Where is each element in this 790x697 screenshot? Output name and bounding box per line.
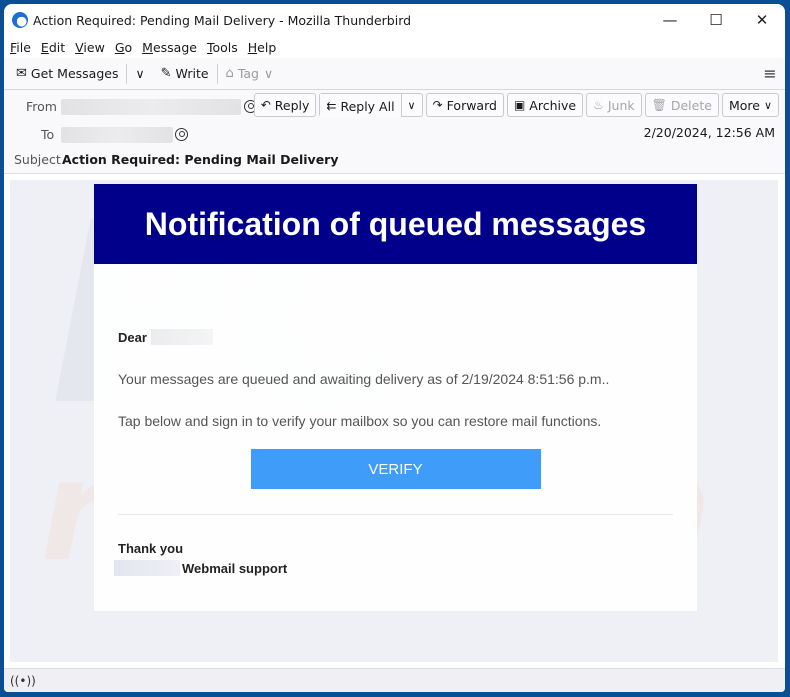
archive-icon: ▣ [513, 98, 526, 112]
reply-icon: ↶ [260, 98, 271, 112]
get-messages-label: Get Messages [30, 66, 119, 81]
get-messages-icon: ✉ [16, 66, 27, 81]
from-label: From [26, 99, 57, 114]
recipient-name-redacted [150, 329, 213, 345]
reply-all-label: Reply All [340, 98, 395, 114]
message-date: 2/20/2024, 12:56 AM [643, 125, 775, 140]
menu-go[interactable]: Go [115, 40, 132, 55]
close-button[interactable]: ✕ [739, 4, 785, 36]
chevron-down-icon: ∨ [407, 98, 416, 112]
reply-all-button[interactable]: ⇇ Reply All [320, 94, 401, 118]
forward-button[interactable]: ↷ Forward [425, 93, 504, 117]
archive-button[interactable]: ▣ Archive [506, 93, 584, 117]
reply-all-icon: ⇇ [326, 99, 337, 113]
reply-all-split-button: ⇇ Reply All ∨ [319, 93, 423, 118]
menu-tools[interactable]: Tools [207, 40, 238, 55]
forward-label: Forward [446, 97, 497, 113]
menu-accel: E [40, 39, 49, 55]
delete-button[interactable]: 🗑 Delete [644, 93, 719, 117]
menu-file[interactable]: File [10, 40, 31, 55]
contact-icon[interactable] [175, 128, 188, 141]
chevron-down-icon: ∨ [263, 66, 274, 81]
write-button[interactable]: ✎ Write [157, 62, 213, 86]
menu-label: o [124, 39, 133, 55]
from-address-redacted[interactable] [61, 99, 241, 115]
menu-edit[interactable]: Edit [41, 40, 65, 55]
maximize-button[interactable]: ☐ [693, 4, 739, 36]
email-content: Notification of queued messages Dear You… [94, 184, 697, 611]
menu-accel: H [247, 39, 258, 55]
menu-label: iew [83, 39, 105, 55]
closing-text: Thank you [118, 541, 184, 556]
app-menu-icon[interactable]: ≡ [755, 64, 785, 83]
main-toolbar: ✉ Get Messages ∨ ✎ Write ⌂ Tag ∨ ≡ [4, 58, 785, 90]
to-address-redacted[interactable] [61, 127, 173, 143]
verify-button-wrapper: VERIFY [118, 449, 673, 489]
minimize-button[interactable]: — [647, 4, 693, 36]
reply-label: Reply [274, 97, 310, 113]
online-status-icon[interactable]: ((•)) [10, 674, 36, 688]
to-label: To [41, 127, 55, 142]
toolbar-divider [216, 63, 218, 84]
junk-button[interactable]: ♨ Junk [586, 93, 642, 117]
tag-button[interactable]: ⌂ Tag ∨ [222, 62, 278, 86]
chevron-down-icon: ∨ [135, 66, 145, 81]
archive-label: Archive [529, 97, 577, 113]
menu-accel: M [142, 39, 153, 55]
title-bar: Action Required: Pending Mail Delivery -… [4, 4, 785, 36]
signature: Webmail support [114, 560, 673, 576]
more-button[interactable]: More ∨ [721, 93, 779, 117]
message-actions: ↶ Reply ⇇ Reply All ∨ ↷ Forward ▣ Archiv… [251, 93, 779, 118]
thunderbird-window: Action Required: Pending Mail Delivery -… [4, 4, 785, 692]
subject-label: Subject [14, 152, 61, 167]
body-paragraph-1: Your messages are queued and awaiting de… [118, 371, 610, 387]
menu-help[interactable]: Help [248, 40, 277, 55]
more-label: More [728, 97, 760, 113]
delete-label: Delete [670, 97, 712, 113]
menu-label: dit [48, 39, 66, 55]
menu-label: essage [152, 39, 197, 55]
menu-bar: File Edit View Go Message Tools Help [4, 36, 785, 58]
menu-accel: G [114, 39, 125, 55]
menu-message[interactable]: Message [142, 40, 197, 55]
sender-domain-redacted [114, 560, 180, 576]
tag-icon: ⌂ [225, 66, 234, 81]
reply-all-dropdown[interactable]: ∨ [400, 94, 422, 116]
pencil-icon: ✎ [160, 66, 172, 81]
status-bar: ((•)) [4, 668, 785, 692]
get-messages-button[interactable]: ✉ Get Messages [12, 62, 122, 86]
window-title: Action Required: Pending Mail Delivery -… [33, 12, 412, 28]
divider [118, 514, 673, 515]
junk-icon: ♨ [593, 98, 604, 112]
menu-label: ile [16, 39, 31, 55]
body-paragraph-2: Tap below and sign in to verify your mai… [118, 413, 602, 429]
message-body-pane: PC risk.com Notification of queued messa… [10, 180, 778, 662]
signature-text: Webmail support [182, 560, 288, 576]
verify-button[interactable]: VERIFY [250, 449, 541, 489]
banner-title: Notification of queued messages [144, 205, 647, 242]
message-header: From To Subject Action Required: Pending… [4, 90, 785, 174]
menu-label: elp [257, 39, 277, 55]
email-banner: Notification of queued messages [94, 184, 697, 264]
greeting: Dear [118, 329, 673, 345]
email-body: Dear Your messages are queued and awaiti… [94, 329, 697, 576]
menu-label: ools [212, 39, 238, 55]
write-label: Write [175, 66, 209, 81]
greeting-text: Dear [118, 329, 147, 345]
menu-view[interactable]: View [75, 40, 105, 55]
chevron-down-icon: ∨ [763, 98, 772, 112]
trash-icon: 🗑 [651, 98, 667, 112]
junk-label: Junk [607, 97, 635, 113]
subject-value: Action Required: Pending Mail Delivery [62, 152, 339, 167]
toolbar-divider [126, 63, 128, 84]
tag-label: Tag [237, 66, 259, 81]
thunderbird-logo-icon [12, 12, 28, 28]
reply-button[interactable]: ↶ Reply [253, 93, 317, 117]
get-messages-dropdown[interactable]: ∨ [131, 62, 148, 86]
forward-icon: ↷ [432, 98, 443, 112]
